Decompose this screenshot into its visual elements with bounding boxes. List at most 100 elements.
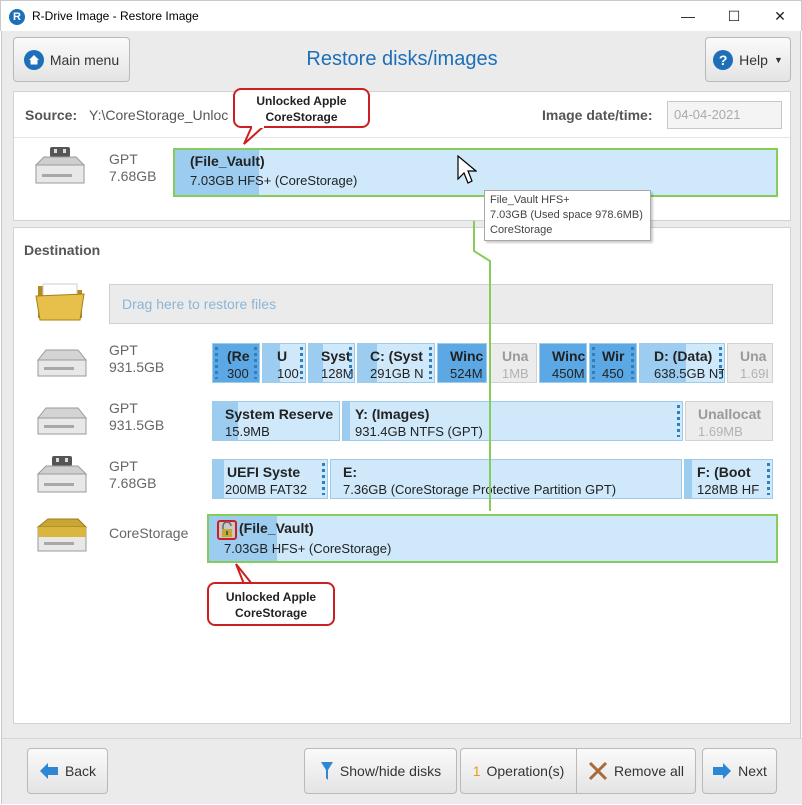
- callout-bottom: Unlocked Apple CoreStorage: [207, 582, 335, 626]
- partition-name: Una: [740, 348, 767, 364]
- partition-desc: 128MB HF: [697, 482, 760, 497]
- partition-name: C: (Syst: [370, 348, 423, 364]
- disk1-size: 931.5GB: [109, 359, 165, 375]
- callout-bottom-line2: CoreStorage: [234, 606, 308, 620]
- app-logo-icon: R: [9, 9, 25, 25]
- main-window: Main menu Restore disks/images ? Help ▼ …: [1, 31, 802, 804]
- disk1-partition-2[interactable]: U 100: [262, 343, 306, 383]
- source-disk-size: 7.68GB: [109, 168, 157, 184]
- disk3-partition-e[interactable]: E: 7.36GB (CoreStorage Protective Partiti…: [330, 459, 682, 499]
- operations-label: Operation(s): [486, 763, 565, 779]
- callout-top-line1: Unlocked Apple: [256, 94, 347, 108]
- partition-name: (File_Vault): [239, 520, 314, 536]
- partition-desc: 7.03GB HFS+ (CoreStorage): [190, 173, 358, 188]
- disk3-partition-uefi[interactable]: UEFI Syste 200MB FAT32: [212, 459, 328, 499]
- title-bar: R R-Drive Image - Restore Image — ☐ ✕: [0, 0, 802, 31]
- disk3-info: GPT 7.68GB: [109, 458, 156, 492]
- usb-drive-icon: [36, 456, 88, 493]
- partition-name: System Reserve: [225, 406, 334, 422]
- callout-bottom-line1: Unlocked Apple: [225, 590, 317, 604]
- partition-desc: 200MB FAT32: [225, 482, 308, 497]
- folder-icon: [35, 283, 85, 321]
- back-arrow-icon: [39, 763, 58, 779]
- drag-connector-line: [473, 221, 491, 511]
- partition-desc: 291GB N: [370, 366, 424, 381]
- help-label: Help: [739, 51, 768, 68]
- partition-desc: 1MB: [502, 366, 529, 381]
- disk1-type: GPT: [109, 342, 138, 358]
- source-label: Source:: [25, 107, 78, 123]
- partition-name: U: [277, 348, 288, 364]
- usb-drive-icon: [34, 147, 86, 184]
- partition-desc: 1.69I: [740, 366, 769, 381]
- restore-files-dropzone[interactable]: Drag here to restore files: [109, 284, 773, 324]
- minimize-button[interactable]: —: [665, 1, 711, 32]
- chevron-down-icon: ▼: [773, 54, 783, 65]
- disk2-size: 931.5GB: [109, 417, 165, 433]
- back-button[interactable]: Back: [27, 748, 108, 794]
- maximize-button[interactable]: ☐: [711, 1, 757, 32]
- partition-name: Wir: [602, 348, 625, 364]
- partition-name: Winc: [552, 348, 586, 364]
- source-divider: [14, 137, 790, 138]
- disk1-partition-d[interactable]: D: (Data) 638.5GB NT: [639, 343, 725, 383]
- source-disk-type: GPT: [109, 151, 138, 167]
- image-date-field: 04-04-2021: [667, 101, 782, 129]
- help-icon: ?: [713, 49, 734, 70]
- partition-desc: 1.69MB: [698, 424, 743, 439]
- disk1-partition-1[interactable]: (Re 300: [212, 343, 260, 383]
- tooltip-line1: File_Vault HFS+: [490, 194, 570, 206]
- disk1-partition-c[interactable]: C: (Syst 291GB N: [357, 343, 435, 383]
- partition-name: (Re: [227, 348, 250, 364]
- source-path: Y:\CoreStorage_Unloc: [89, 107, 229, 123]
- remove-all-button[interactable]: Remove all: [576, 748, 696, 794]
- next-button[interactable]: Next: [702, 748, 777, 794]
- partition-desc: 100: [277, 366, 299, 381]
- next-label: Next: [738, 763, 767, 779]
- funnel-icon: [320, 762, 333, 780]
- partition-name: UEFI Syste: [227, 464, 301, 480]
- hard-drive-icon: [36, 407, 88, 435]
- close-button[interactable]: ✕: [757, 1, 802, 32]
- disk1-partition-winre-3[interactable]: Wir 450: [589, 343, 637, 383]
- disk4-type: CoreStorage: [109, 525, 189, 541]
- partition-name: Unallocat: [698, 406, 762, 422]
- partition-tooltip: File_Vault HFS+ 7.03GB (Used space 978.6…: [484, 190, 651, 241]
- partition-desc: 300: [227, 366, 249, 381]
- partition-desc: 15.9MB: [225, 424, 270, 439]
- remove-x-icon: [588, 761, 608, 781]
- back-label: Back: [64, 763, 97, 779]
- partition-name: E:: [343, 464, 357, 480]
- callout-top-pointer: [243, 126, 266, 145]
- disk1-partition-3[interactable]: Syst 128M: [308, 343, 355, 383]
- disk2-info: GPT 931.5GB: [109, 400, 164, 434]
- show-hide-disks-button[interactable]: Show/hide disks: [304, 748, 457, 794]
- next-arrow-icon: [713, 763, 732, 779]
- operations-button[interactable]: 1 Operation(s): [460, 748, 577, 794]
- page-title: Restore disks/images: [306, 48, 498, 70]
- window-title: R-Drive Image - Restore Image: [32, 9, 199, 23]
- image-date-label: Image date/time:: [542, 107, 653, 123]
- partition-name: Y: (Images): [355, 406, 430, 422]
- disk2-partition-y-images[interactable]: Y: (Images) 931.4GB NTFS (GPT): [342, 401, 683, 441]
- disk1-partition-winre-2[interactable]: Winc 450M: [539, 343, 587, 383]
- help-button[interactable]: ? Help ▼: [705, 37, 791, 82]
- disk1-info: GPT 931.5GB: [109, 342, 164, 376]
- partition-name: (File_Vault): [190, 153, 265, 169]
- disk2-type: GPT: [109, 400, 138, 416]
- disk2-partition-system-reserved[interactable]: System Reserve 15.9MB: [212, 401, 340, 441]
- callout-top-line2: CoreStorage: [265, 110, 338, 124]
- partition-desc: 128M: [321, 366, 354, 381]
- callout-top: Unlocked Apple CoreStorage: [233, 88, 370, 128]
- destination-label: Destination: [24, 242, 101, 258]
- disk1-unallocated-2[interactable]: Una 1.69I: [727, 343, 773, 383]
- show-hide-label: Show/hide disks: [339, 763, 442, 779]
- mouse-cursor-icon: [457, 155, 477, 184]
- tooltip-line3: CoreStorage: [490, 224, 553, 236]
- disk2-unallocated[interactable]: Unallocat 1.69MB: [685, 401, 773, 441]
- disk3-partition-f-boot[interactable]: F: (Boot 128MB HF: [684, 459, 773, 499]
- partition-desc: 638.5GB NT: [654, 366, 725, 381]
- partition-name: Una: [502, 348, 529, 364]
- disk3-size: 7.68GB: [109, 475, 157, 491]
- source-disk-info: GPT 7.68GB: [109, 151, 156, 185]
